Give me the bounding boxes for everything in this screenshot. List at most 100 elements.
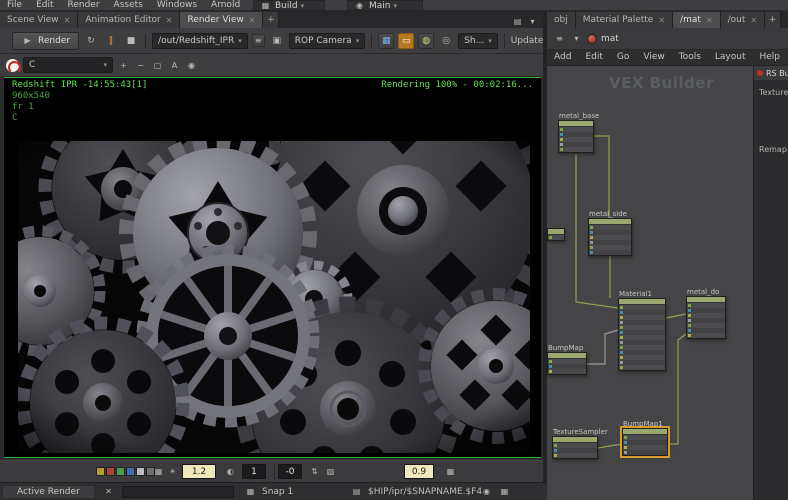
- render-viewport[interactable]: Redshift IPR -14:55:43[1] 960x540 fr 1 C…: [0, 77, 543, 460]
- node-row: [619, 365, 665, 370]
- channel-swatch[interactable]: [106, 467, 115, 476]
- menu-item-windows[interactable]: Windows: [150, 0, 204, 11]
- pause-icon[interactable]: ‖: [103, 33, 119, 49]
- camera-icon[interactable]: ▣: [269, 33, 285, 49]
- left-pane-tabbar: Scene View✕Animation Editor✕Render View✕…: [0, 11, 543, 28]
- network-node-bumpmap[interactable]: BumpMap: [547, 352, 587, 375]
- menu-item-tools[interactable]: Tools: [672, 52, 708, 63]
- tab-material-palette[interactable]: Material Palette✕: [576, 12, 673, 28]
- menu-item-file[interactable]: File: [0, 0, 29, 11]
- contrast-input[interactable]: 1: [242, 464, 266, 479]
- channel-swatch[interactable]: [116, 467, 125, 476]
- active-render-tab[interactable]: Active Render: [2, 485, 95, 499]
- shader-dropdown[interactable]: Sh... ▾: [458, 33, 498, 49]
- network-node-material1[interactable]: Material1: [618, 298, 666, 371]
- list-icon[interactable]: ≡: [553, 32, 566, 45]
- channel-swatch[interactable]: [136, 467, 145, 476]
- close-icon[interactable]: ✕: [102, 485, 115, 498]
- menu-item-help[interactable]: Help: [753, 52, 788, 63]
- grid-icon[interactable]: ▦: [498, 485, 511, 498]
- pane-menu-icon[interactable]: ▤: [511, 15, 524, 28]
- magnify-icon[interactable]: ◎: [438, 33, 454, 49]
- chevron-down-icon: ▾: [394, 2, 398, 10]
- rop-path-dropdown[interactable]: /out/Redshift_IPR ▾: [152, 33, 248, 49]
- zoom-out-icon[interactable]: −: [134, 59, 147, 72]
- display-plane-dropdown[interactable]: C ▾: [23, 57, 113, 73]
- display-plane-value: C: [29, 60, 35, 70]
- menu-item-edit[interactable]: Edit: [578, 52, 609, 63]
- right-tabs: objMaterial Palette✕/mat✕/out✕: [547, 12, 765, 28]
- network-node[interactable]: [547, 228, 565, 241]
- tab-render-view[interactable]: Render View✕: [180, 12, 263, 28]
- tab-close-icon[interactable]: ✕: [166, 16, 173, 25]
- tab-label: Animation Editor: [85, 15, 160, 25]
- tab-close-icon[interactable]: ✕: [706, 16, 713, 25]
- network-node-metal_side[interactable]: metal_side: [588, 218, 632, 256]
- tab-close-icon[interactable]: ✕: [249, 16, 256, 25]
- node-label: TextureSampler: [553, 428, 608, 436]
- grid-icon[interactable]: ▦: [444, 465, 457, 478]
- tab-close-icon[interactable]: ✕: [658, 16, 665, 25]
- folder-icon[interactable]: ▤: [350, 485, 363, 498]
- menu-item-go[interactable]: Go: [610, 52, 636, 63]
- tab-close-icon[interactable]: ✕: [64, 16, 71, 25]
- lightbulb-icon[interactable]: ◍: [418, 33, 434, 49]
- tab-animation-editor[interactable]: Animation Editor ✕: [78, 12, 180, 28]
- refresh-icon[interactable]: ↻: [83, 33, 99, 49]
- menu-item-render[interactable]: Render: [61, 0, 107, 11]
- parameter-panel-title: RS Bui: [766, 69, 788, 78]
- render-button[interactable]: ▶ Render: [12, 32, 79, 50]
- shelf-set-build[interactable]: ▦ Build ▾: [253, 0, 325, 11]
- parameter-panel-header[interactable]: RS Bui: [754, 66, 788, 80]
- brightness-icon[interactable]: ☀: [166, 465, 179, 478]
- status-field[interactable]: [122, 486, 234, 498]
- levels-icon[interactable]: ▧: [324, 465, 337, 478]
- network-node-metal_base[interactable]: metal_base: [558, 120, 594, 153]
- menu-item-view[interactable]: View: [636, 52, 671, 63]
- zoom-in-icon[interactable]: +: [117, 59, 130, 72]
- tab-obj[interactable]: obj: [547, 12, 576, 28]
- photo-icon[interactable]: ◉: [480, 485, 493, 498]
- tab-close-icon[interactable]: ✕: [750, 16, 757, 25]
- network-node-bumpmap1[interactable]: BumpMap1: [622, 428, 668, 456]
- render-status: Rendering 100% - 00:02:16...: [381, 80, 533, 91]
- desktop-select-main[interactable]: ◉ Main ▾: [347, 0, 423, 11]
- render-canvas[interactable]: Redshift IPR -14:55:43[1] 960x540 fr 1 C…: [4, 77, 541, 458]
- snap-icon[interactable]: ▦: [244, 485, 257, 498]
- menu-item-add[interactable]: Add: [547, 52, 578, 63]
- chevron-down-icon[interactable]: ▾: [570, 32, 583, 45]
- tab-scene-view[interactable]: Scene View✕: [0, 12, 78, 28]
- new-tab-button[interactable]: +: [765, 12, 781, 28]
- menu-item-arnold[interactable]: Arnold: [204, 0, 247, 11]
- pane-chevron-icon[interactable]: ▾: [526, 15, 539, 28]
- network-path[interactable]: mat: [601, 34, 619, 44]
- preview-toggle-icon[interactable]: ▦: [378, 33, 394, 49]
- letter-a-icon[interactable]: A: [168, 59, 181, 72]
- menu-item-edit[interactable]: Edit: [29, 0, 60, 11]
- node-row: [559, 147, 593, 152]
- gamma-input[interactable]: 1.2: [182, 464, 216, 479]
- frame-icon[interactable]: ▢: [151, 59, 164, 72]
- gain-input[interactable]: 0.9: [404, 464, 434, 479]
- new-tab-button[interactable]: +: [263, 12, 279, 28]
- grid-icon[interactable]: ▦: [152, 465, 165, 478]
- tab--mat[interactable]: /mat✕: [673, 12, 721, 28]
- target-icon[interactable]: ◉: [185, 59, 198, 72]
- menu-item-layout[interactable]: Layout: [708, 52, 753, 63]
- network-menubar: AddEditGoViewToolsLayoutHelp: [547, 50, 788, 66]
- channel-swatch[interactable]: [126, 467, 135, 476]
- network-node-texturesampler[interactable]: TextureSampler: [552, 436, 598, 459]
- render-region-icon[interactable]: ▭: [398, 33, 414, 49]
- offset-input[interactable]: -0: [278, 464, 302, 479]
- rop-list-icon[interactable]: ≡: [252, 34, 265, 47]
- contrast-icon[interactable]: ◐: [224, 465, 237, 478]
- network-editor[interactable]: VEX Builder metal_basemetal_sideMaterial…: [547, 66, 753, 500]
- camera-dropdown[interactable]: ROP Camera ▾: [289, 33, 365, 49]
- menu-item-assets[interactable]: Assets: [107, 0, 150, 11]
- tab--out[interactable]: /out✕: [721, 12, 765, 28]
- channel-swatch[interactable]: [96, 467, 105, 476]
- swap-icon[interactable]: ⇅: [308, 465, 321, 478]
- network-node-metal_do[interactable]: metal_do: [686, 296, 726, 339]
- snap-label[interactable]: Snap 1: [262, 487, 293, 497]
- stop-icon[interactable]: ■: [123, 33, 139, 49]
